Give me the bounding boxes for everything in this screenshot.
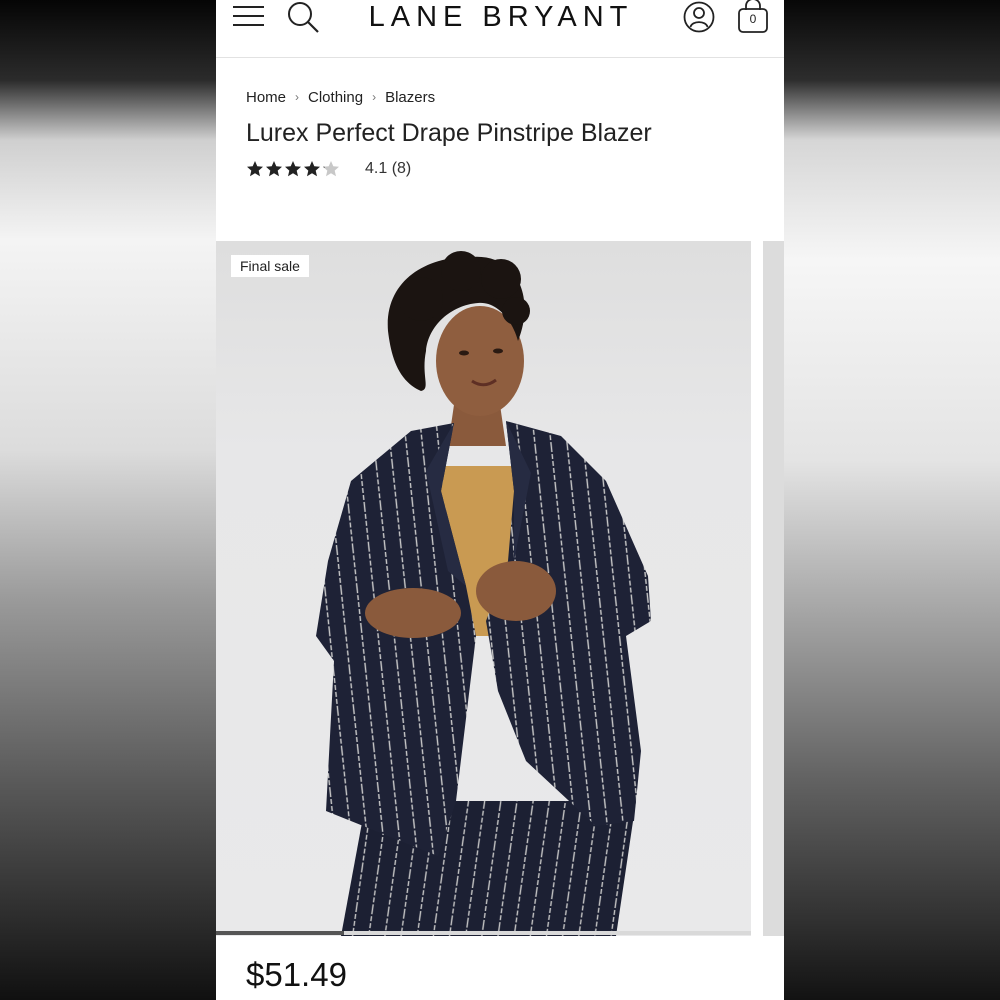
rating-stars [246, 160, 340, 178]
gallery-progress-fill [216, 931, 345, 935]
search-icon[interactable] [286, 0, 320, 34]
site-header: LANE BRYANT 0 [216, 0, 784, 58]
bag-count: 0 [749, 12, 757, 26]
final-sale-badge: Final sale [231, 255, 309, 277]
product-photo [316, 251, 651, 936]
gallery-progress-bar [216, 931, 751, 935]
menu-icon[interactable] [233, 4, 265, 28]
next-gallery-image-peek[interactable] [763, 241, 784, 936]
breadcrumb-separator: › [372, 90, 377, 104]
breadcrumb: Home › Clothing › Blazers [246, 87, 435, 107]
right-blurred-backdrop [784, 0, 1000, 1000]
product-image-gallery[interactable]: Final sale [216, 241, 751, 936]
account-icon[interactable] [682, 0, 716, 34]
brand-logo[interactable]: LANE BRYANT [356, 0, 646, 34]
breadcrumb-blazers[interactable]: Blazers [385, 89, 435, 106]
star-icon [285, 161, 301, 177]
product-title: Lurex Perfect Drape Pinstripe Blazer [246, 119, 652, 147]
star-icon [247, 161, 263, 177]
star-icon [304, 161, 320, 177]
left-blurred-backdrop [0, 0, 216, 1000]
breadcrumb-home[interactable]: Home [246, 89, 286, 106]
star-icon [266, 161, 282, 177]
mobile-page: LANE BRYANT 0 Home › Clothing › Blazers … [216, 0, 784, 1000]
product-rating[interactable]: 4.1 (8) [246, 157, 411, 181]
star-icon [323, 161, 339, 177]
product-price: $51.49 [246, 956, 347, 993]
breadcrumb-clothing[interactable]: Clothing [308, 89, 363, 106]
breadcrumb-separator: › [295, 90, 300, 104]
shopping-bag-icon[interactable]: 0 [735, 0, 771, 36]
rating-count-link[interactable]: 4.1 (8) [365, 160, 411, 178]
